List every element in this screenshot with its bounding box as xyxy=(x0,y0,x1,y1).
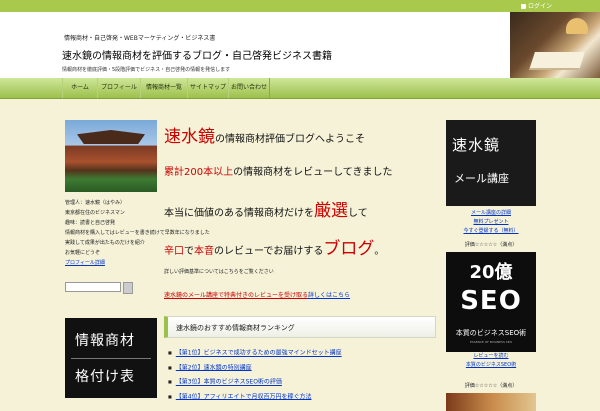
headline-3-pre: 本当に価値のある情報商材だけを xyxy=(164,208,314,219)
mail-banner-line2: メール講座 xyxy=(454,172,509,185)
profile-line: 情報商材を購入してはレビューを書き続けて早数年になりました xyxy=(65,230,210,236)
login-icon xyxy=(520,4,526,9)
headline-2-red2: 200 xyxy=(184,167,204,178)
nav-item-home[interactable]: ホーム xyxy=(62,78,98,98)
headline-4-red2: 本音 xyxy=(194,246,214,257)
headline-2-rest: の情報商材をレビューしてきました xyxy=(233,167,393,178)
main-nav: ホーム プロフィール 情報商材一覧 サイトマップ お問い合わせ xyxy=(0,78,600,99)
top-bar: ログイン xyxy=(0,0,600,12)
profile-line: 東京都在住のビジネスマン xyxy=(65,210,125,216)
list-item[interactable]: 【第1位】ビジネスで成功するための最強マインドセット講座 xyxy=(168,346,342,361)
mail-course-banner[interactable]: 速水鏡 メール講座 xyxy=(446,120,536,206)
profile-line: 実践して成果が出たものだけを紹介 xyxy=(65,240,145,246)
list-item[interactable]: 【第3位】本質のビジネスSEO術の評価 xyxy=(168,375,342,390)
headline-4-mid2: のレビューでお届けする xyxy=(214,246,324,257)
seo-banner-line3: 本質のビジネスSEO術 xyxy=(455,329,527,337)
site-header: 情報商材・自己啓発・WEBマーケティング・ビジネス書 速水鏡の情報商材を評価する… xyxy=(0,12,600,78)
profile-photo xyxy=(65,120,157,192)
site-title[interactable]: 速水鏡の情報商材を評価するブログ・自己啓発ビジネス書籍 xyxy=(62,47,332,62)
headline-4-mid1: で xyxy=(184,246,194,257)
sidebar-link[interactable]: 本質のビジネスSEO術 xyxy=(446,361,536,370)
details-link[interactable]: 詳しくはこちら xyxy=(308,292,350,299)
sidebar-link[interactable]: 無料プレゼント xyxy=(446,218,536,227)
ranking-heading: 速水鏡のおすすめ情報商材ランキング xyxy=(176,324,295,332)
temple-roof-shape xyxy=(77,130,145,144)
headline-4-post: 。 xyxy=(374,246,385,257)
third-banner[interactable] xyxy=(446,393,536,411)
seo-banner-line1: 20億 xyxy=(469,262,513,283)
nav-item-products[interactable]: 情報商材一覧 xyxy=(140,78,188,98)
list-item[interactable]: 【第4位】アフィリエイトで月収百万円を稼ぐ方法 xyxy=(168,390,342,405)
nav-item-sitemap[interactable]: サイトマップ xyxy=(187,78,229,98)
mail-course-line: 速水鏡のメール講座で特典付きのレビューを受け取る詳しくはこちら xyxy=(164,290,350,299)
headline-1-red: 速水鏡 xyxy=(164,127,215,147)
seo-banner-line4: ESSENCE OF BUSINESS SEO xyxy=(470,340,512,344)
seo-banner-line2: SEO xyxy=(460,286,522,316)
ranking-heading-box: 速水鏡のおすすめ情報商材ランキング xyxy=(164,316,436,338)
criteria-text: 詳しい評価基準についてはこちらをご覧ください xyxy=(164,269,274,275)
headline-2-red1: 累計 xyxy=(164,167,184,178)
search-input[interactable] xyxy=(65,282,121,292)
lamp-shape xyxy=(566,18,588,34)
profile-line: お気軽にどうぞ xyxy=(65,250,101,256)
login-label: ログイン xyxy=(527,3,552,10)
profile-line: 趣味：読書と自己啓発 xyxy=(65,220,116,226)
headline-2-red3: 本以上 xyxy=(203,167,234,178)
banner-divider xyxy=(71,358,151,359)
right-sidebar: 速水鏡 メール講座 メール講座の詳細 無料プレゼント 今すぐ登録する（無料） 評… xyxy=(446,120,536,411)
nav-item-contact[interactable]: お問い合わせ xyxy=(228,78,270,98)
rating-text: 評価☆☆☆☆☆（満点） xyxy=(464,242,518,248)
headline-4-red3: ブログ xyxy=(323,239,375,259)
search-button[interactable] xyxy=(123,282,133,294)
sidebar-link[interactable]: メール講座の詳細 xyxy=(446,209,536,218)
headline-2: 累計200本以上の情報商材をレビューしてきました xyxy=(164,160,393,179)
profile-detail-link[interactable]: プロフィール詳細 xyxy=(65,258,157,268)
rating-text: 評価☆☆☆☆☆（満点） xyxy=(464,383,518,389)
list-item[interactable]: 【第2位】速水鏡の特別講座 xyxy=(168,361,342,376)
headline-4-red1: 辛口 xyxy=(164,246,184,257)
headline-3-post: して xyxy=(348,208,368,219)
book-shape xyxy=(529,52,585,70)
header-image xyxy=(510,12,600,78)
left-sidebar: 管理人：速水鏡（はやみ） 東京都在住のビジネスマン 趣味：読書と自己啓発 情報商… xyxy=(65,120,210,398)
site-tagline: 情報商材・自己啓発・WEBマーケティング・ビジネス書 xyxy=(64,35,216,42)
headline-4: 辛口で本音のレビューでお届けするブログ。 xyxy=(164,234,384,259)
mail-course-link[interactable]: 速水鏡のメール講座で特典付きのレビューを受け取る xyxy=(164,292,308,299)
nav-item-profile[interactable]: プロフィール xyxy=(97,78,141,98)
seo-banner[interactable]: 20億 SEO 本質のビジネスSEO術 ESSENCE OF BUSINESS … xyxy=(446,252,536,352)
login-link[interactable]: ログイン xyxy=(520,1,552,10)
ranking-list: 【第1位】ビジネスで成功するための最強マインドセット講座 【第2位】速水鏡の特別… xyxy=(168,346,342,404)
ranking-banner[interactable]: 情報商材 格付け表 xyxy=(65,318,157,398)
ranking-banner-line2: 格付け表 xyxy=(75,369,135,385)
headline-3-red: 厳選 xyxy=(314,201,348,221)
profile-line: 管理人：速水鏡（はやみ） xyxy=(65,200,126,206)
sidebar-link[interactable]: レビューを読む xyxy=(446,352,536,361)
headline-1-rest: の情報商材評価ブログへようこそ xyxy=(215,134,365,145)
headline-3: 本当に価値のある情報商材だけを厳選して xyxy=(164,196,368,221)
site-description: 情報商材を徹底評価・5段階評価でビジネス・自己啓発の情報を発信します xyxy=(62,67,231,73)
search-form xyxy=(65,282,157,294)
mail-banner-line1: 速水鏡 xyxy=(452,136,501,154)
sidebar-link[interactable]: 今すぐ登録する（無料） xyxy=(446,227,536,236)
headline-1: 速水鏡の情報商材評価ブログへようこそ xyxy=(164,122,365,147)
ranking-banner-line1: 情報商材 xyxy=(75,333,135,349)
